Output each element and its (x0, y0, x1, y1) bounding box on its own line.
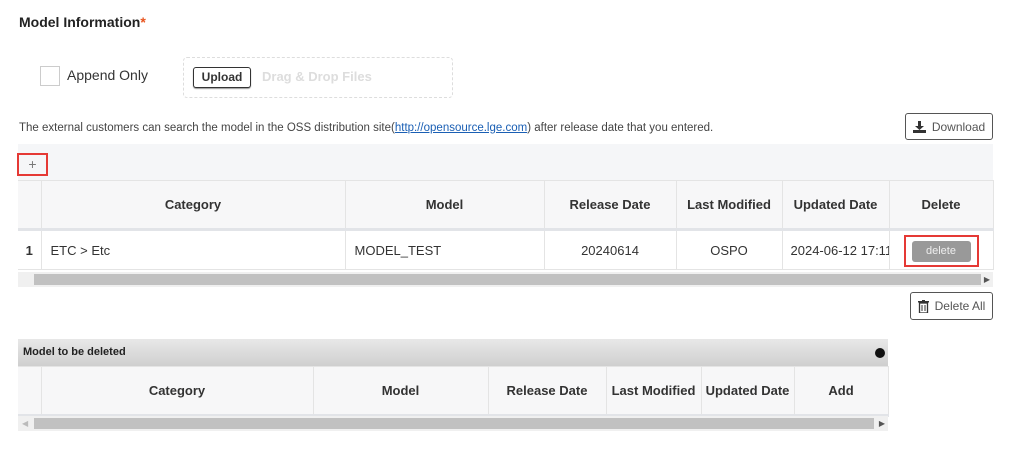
append-only-checkbox[interactable] (40, 66, 60, 86)
grid-toolbar (18, 144, 993, 180)
download-icon (912, 120, 926, 133)
col-release-date[interactable]: Release Date (488, 366, 607, 417)
cell-updated-date: 2024-06-12 17:11 (782, 229, 890, 270)
info-text: The external customers can search the mo… (19, 122, 713, 134)
cell-last-modified: OSPO (676, 229, 783, 270)
collapse-icon[interactable] (875, 348, 885, 358)
deleted-horizontal-scrollbar[interactable]: ◀ ▶ (18, 416, 888, 431)
cell-delete: delete (889, 229, 994, 270)
section-title: Model Information* (19, 14, 146, 30)
trash-icon (917, 299, 929, 313)
scroll-left-icon[interactable]: ◀ (22, 416, 28, 431)
cell-model[interactable]: MODEL_TEST (345, 229, 545, 270)
download-button[interactable]: Download (905, 113, 993, 140)
scrollbar-thumb[interactable] (34, 274, 981, 285)
add-row-button[interactable]: + (17, 153, 48, 176)
table-row[interactable]: 1 ETC > Etc MODEL_TEST 20240614 OSPO 202… (18, 229, 994, 270)
cell-category[interactable]: ETC > Etc (41, 229, 346, 270)
delete-row-button[interactable]: delete (911, 240, 971, 262)
required-mark: * (140, 14, 146, 30)
table-header: Category Model Release Date Last Modifie… (18, 366, 889, 417)
delete-highlight: delete (903, 235, 979, 267)
col-updated-date[interactable]: Updated Date (782, 180, 890, 231)
horizontal-scrollbar[interactable]: ▶ (18, 272, 993, 287)
table-header: Category Model Release Date Last Modifie… (18, 180, 994, 231)
col-model[interactable]: Model (345, 180, 545, 231)
upload-button[interactable]: Upload (193, 67, 251, 88)
col-num (18, 366, 42, 417)
info-before: The external customers can search the mo… (19, 122, 395, 134)
oss-site-link[interactable]: http://opensource.lge.com (395, 122, 527, 134)
info-after: ) after release date that you entered. (527, 122, 714, 134)
scrollbar-thumb[interactable] (34, 418, 874, 429)
deleted-model-table: Category Model Release Date Last Modifie… (18, 366, 889, 417)
col-last-modified[interactable]: Last Modified (606, 366, 702, 417)
section-title-text: Model Information (19, 14, 141, 30)
model-table: Category Model Release Date Last Modifie… (18, 180, 994, 270)
col-category[interactable]: Category (41, 180, 346, 231)
download-label: Download (931, 119, 986, 134)
delete-all-label: Delete All (934, 299, 986, 313)
deleted-panel-title: Model to be deleted (23, 346, 126, 358)
scroll-right-icon[interactable]: ▶ (984, 272, 990, 287)
append-only-label: Append Only (67, 67, 148, 83)
col-num (18, 180, 42, 231)
drop-text: Drag & Drop Files (262, 69, 372, 84)
scroll-right-icon[interactable]: ▶ (879, 416, 885, 431)
col-model[interactable]: Model (313, 366, 489, 417)
cell-release-date[interactable]: 20240614 (544, 229, 677, 270)
col-category[interactable]: Category (41, 366, 314, 417)
deleted-panel-header: Model to be deleted (18, 339, 888, 366)
delete-all-button[interactable]: Delete All (910, 292, 993, 320)
row-number: 1 (18, 229, 42, 270)
col-delete: Delete (889, 180, 994, 231)
col-release-date[interactable]: Release Date (544, 180, 677, 231)
col-last-modified[interactable]: Last Modified (676, 180, 783, 231)
col-updated-date[interactable]: Updated Date (701, 366, 795, 417)
col-add: Add (794, 366, 889, 417)
